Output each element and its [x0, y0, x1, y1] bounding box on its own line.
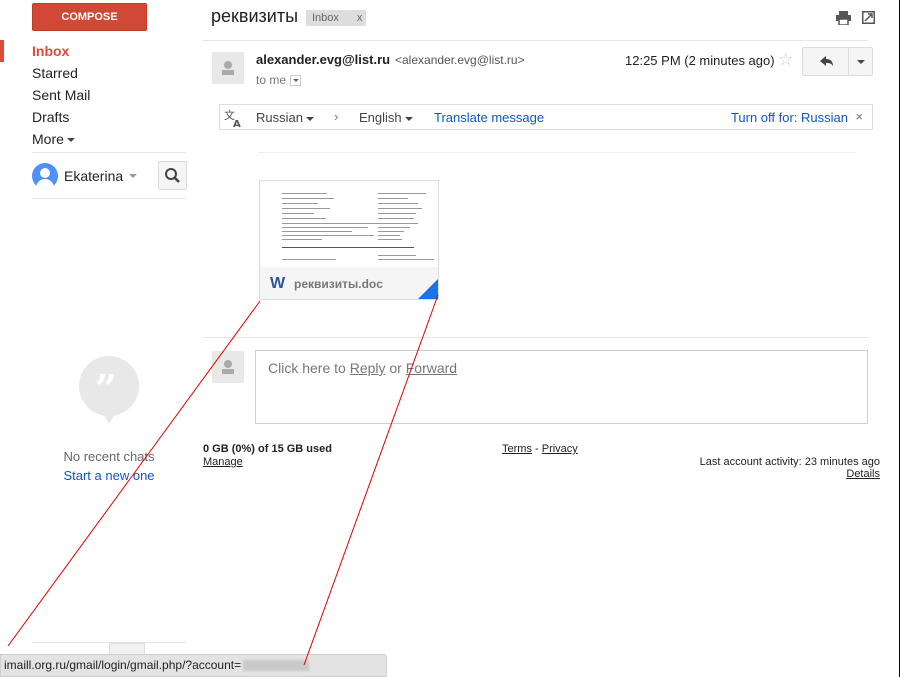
person-icon — [222, 61, 234, 75]
source-language-dropdown[interactable]: Russian — [256, 110, 314, 125]
divider — [32, 152, 186, 153]
sender-email: <alexander.evg@list.ru> — [395, 53, 525, 67]
reply-box[interactable]: Click here to Reply or Forward — [255, 350, 868, 424]
browser-status-bar: imaill.org.ru/gmail/login/gmail.php/?acc… — [0, 654, 387, 677]
person-icon — [222, 360, 234, 374]
message-time: 12:25 PM (2 minutes ago) — [625, 53, 775, 68]
reply-prompt-or: or — [385, 360, 406, 376]
translate-icon: 文 A — [224, 108, 241, 128]
show-details-toggle[interactable] — [290, 74, 302, 86]
sender-avatar — [212, 52, 244, 84]
attachment-footer: W реквизиты.doc — [260, 267, 438, 299]
nav-item-starred[interactable]: Starred — [0, 62, 190, 84]
chevron-right-icon: › — [334, 109, 339, 124]
nav-item-inbox[interactable]: Inbox — [0, 40, 190, 62]
divider — [258, 152, 856, 153]
recipient-line: to me — [256, 73, 302, 87]
folded-corner-icon — [418, 279, 438, 299]
new-window-icon[interactable] — [862, 11, 875, 24]
nav-item-drafts[interactable]: Drafts — [0, 106, 190, 128]
reply-prompt-prefix: Click here to — [268, 360, 350, 376]
divider — [203, 40, 868, 41]
nav-list: Inbox Starred Sent Mail Drafts More — [0, 40, 190, 150]
target-language-label: English — [359, 110, 402, 125]
avatar — [32, 163, 58, 189]
star-icon[interactable]: ☆ — [778, 51, 793, 68]
nav-item-label: Starred — [32, 65, 78, 81]
divider — [203, 337, 868, 338]
nav-item-more[interactable]: More — [0, 128, 190, 150]
print-icon[interactable] — [836, 11, 851, 25]
chevron-down-icon — [66, 138, 75, 143]
status-url: imaill.org.ru/gmail/login/gmail.php/?acc… — [4, 658, 242, 672]
reply-avatar — [212, 351, 244, 383]
no-chats-text: No recent chats — [63, 449, 155, 464]
translate-message-link[interactable]: Translate message — [434, 110, 544, 125]
target-language-dropdown[interactable]: English — [359, 110, 413, 125]
compose-button[interactable]: COMPOSE — [32, 3, 147, 31]
reply-button-group — [802, 47, 873, 76]
footer-dash: - — [531, 443, 542, 455]
chevron-down-icon — [404, 116, 413, 121]
chevron-down-icon — [305, 116, 314, 121]
search-icon — [165, 168, 180, 183]
reply-prompt: Click here to Reply or Forward — [268, 360, 457, 376]
chevron-down-icon — [129, 174, 138, 178]
reply-link[interactable]: Reply — [350, 360, 386, 376]
inbox-label-badge: Inbox x — [306, 10, 367, 26]
recipient-text: to me — [256, 73, 287, 87]
source-language-label: Russian — [256, 110, 303, 125]
sender-name[interactable]: alexander.evg@list.ru — [256, 52, 390, 67]
nav-item-label: Sent Mail — [32, 87, 91, 103]
more-actions-button[interactable] — [849, 48, 872, 75]
nav-item-label: More — [32, 131, 64, 147]
start-chat-link[interactable]: Start a new one — [32, 468, 186, 483]
reply-arrow-icon — [820, 56, 833, 66]
attachment-card[interactable]: W реквизиты.doc — [259, 180, 439, 300]
manage-storage-link[interactable]: Manage — [203, 456, 243, 468]
activity-details-link[interactable]: Details — [846, 468, 880, 480]
divider — [32, 198, 186, 199]
attachment-filename: реквизиты.doc — [294, 277, 383, 291]
attachment-preview — [260, 181, 438, 267]
turn-off-translation-link[interactable]: Turn off for: Russian — [731, 110, 848, 125]
word-doc-icon: W — [270, 275, 286, 292]
translate-bar: 文 A Russian › English Translate message … — [219, 104, 873, 130]
nav-item-sent-mail[interactable]: Sent Mail — [0, 84, 190, 106]
hangouts-user-menu[interactable]: Ekaterina — [32, 162, 138, 190]
reply-button[interactable] — [803, 48, 849, 75]
terms-link[interactable]: Terms — [502, 443, 532, 455]
last-account-activity: Last account activity: 23 minutes ago — [699, 456, 880, 468]
svg-text:A: A — [233, 119, 241, 128]
footer-links: Terms - Privacy — [502, 443, 578, 455]
chat-bubble-icon: ” — [79, 356, 139, 424]
nav-item-label: Drafts — [32, 109, 70, 125]
close-icon[interactable]: × — [855, 109, 863, 124]
redacted-text — [243, 660, 310, 672]
label-text: Inbox — [312, 12, 339, 24]
forward-link[interactable]: Forward — [406, 360, 457, 376]
email-subject: реквизиты — [211, 6, 299, 26]
hangouts-user-name: Ekaterina — [64, 168, 124, 184]
privacy-link[interactable]: Privacy — [542, 443, 578, 455]
nav-item-label: Inbox — [32, 43, 70, 59]
storage-usage: 0 GB (0%) of 15 GB used — [203, 443, 332, 455]
hangouts-search-button[interactable] — [158, 161, 187, 190]
remove-label-button[interactable]: x — [357, 10, 363, 26]
